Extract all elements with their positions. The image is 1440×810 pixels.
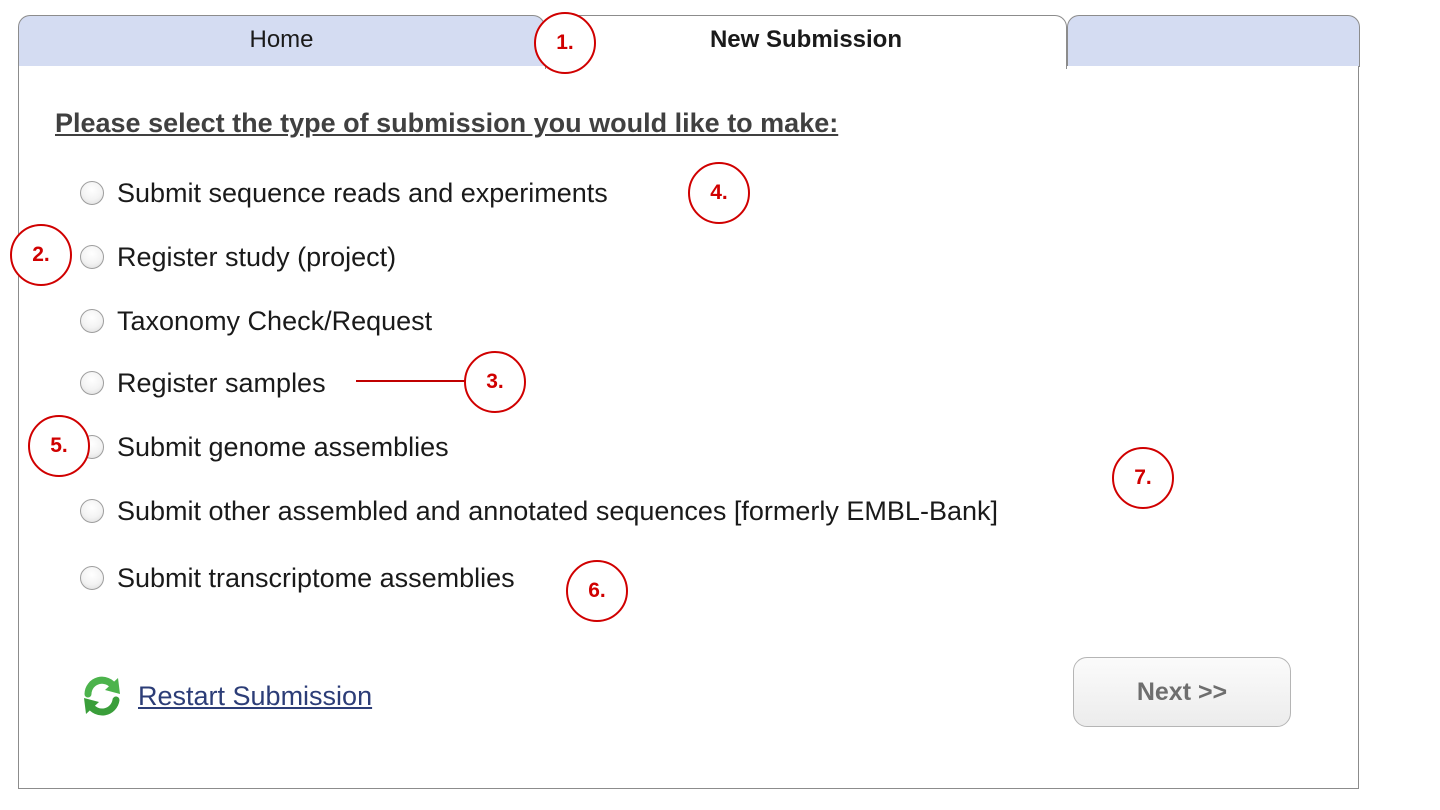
- annotation-callout: 7.: [1112, 447, 1174, 509]
- option-label: Register samples: [117, 367, 326, 398]
- radio-button[interactable]: [80, 371, 104, 395]
- option-genome-assemblies[interactable]: Submit genome assemblies: [80, 429, 449, 465]
- annotation-callout: 6.: [566, 560, 628, 622]
- next-button[interactable]: Next >>: [1073, 657, 1291, 727]
- option-other-sequences[interactable]: Submit other assembled and annotated seq…: [80, 493, 998, 529]
- restart-submission-link[interactable]: Restart Submission: [138, 681, 372, 712]
- annotation-callout: 3.: [464, 351, 526, 413]
- option-label: Submit genome assemblies: [117, 431, 449, 462]
- option-submit-reads[interactable]: Submit sequence reads and experiments: [80, 175, 608, 211]
- option-label: Submit other assembled and annotated seq…: [117, 495, 998, 526]
- option-register-samples[interactable]: Register samples: [80, 365, 326, 401]
- option-label: Taxonomy Check/Request: [117, 305, 433, 336]
- option-taxonomy-check[interactable]: Taxonomy Check/Request: [80, 303, 432, 339]
- radio-button[interactable]: [80, 499, 104, 523]
- refresh-icon: [84, 676, 120, 716]
- option-register-study[interactable]: Register study (project): [80, 239, 396, 275]
- restart-submission[interactable]: Restart Submission: [80, 674, 372, 718]
- option-label: Submit transcriptome assemblies: [117, 562, 515, 593]
- annotation-callout: 2.: [10, 224, 72, 286]
- annotation-callout: 1.: [534, 12, 596, 74]
- radio-button[interactable]: [80, 309, 104, 333]
- option-label: Submit sequence reads and experiments: [117, 177, 608, 208]
- tab-blank[interactable]: [1067, 15, 1360, 67]
- radio-button[interactable]: [80, 181, 104, 205]
- radio-button[interactable]: [80, 566, 104, 590]
- annotation-callout: 4.: [688, 162, 750, 224]
- tab-new-submission[interactable]: New Submission: [545, 15, 1067, 69]
- tab-home[interactable]: Home: [18, 15, 545, 67]
- option-label: Register study (project): [117, 241, 397, 272]
- radio-button[interactable]: [80, 245, 104, 269]
- option-transcriptome-assemblies[interactable]: Submit transcriptome assemblies: [80, 560, 515, 596]
- annotation-callout: 5.: [28, 415, 90, 477]
- callout-leader-line: [356, 380, 466, 382]
- page-heading: Please select the type of submission you…: [55, 108, 839, 138]
